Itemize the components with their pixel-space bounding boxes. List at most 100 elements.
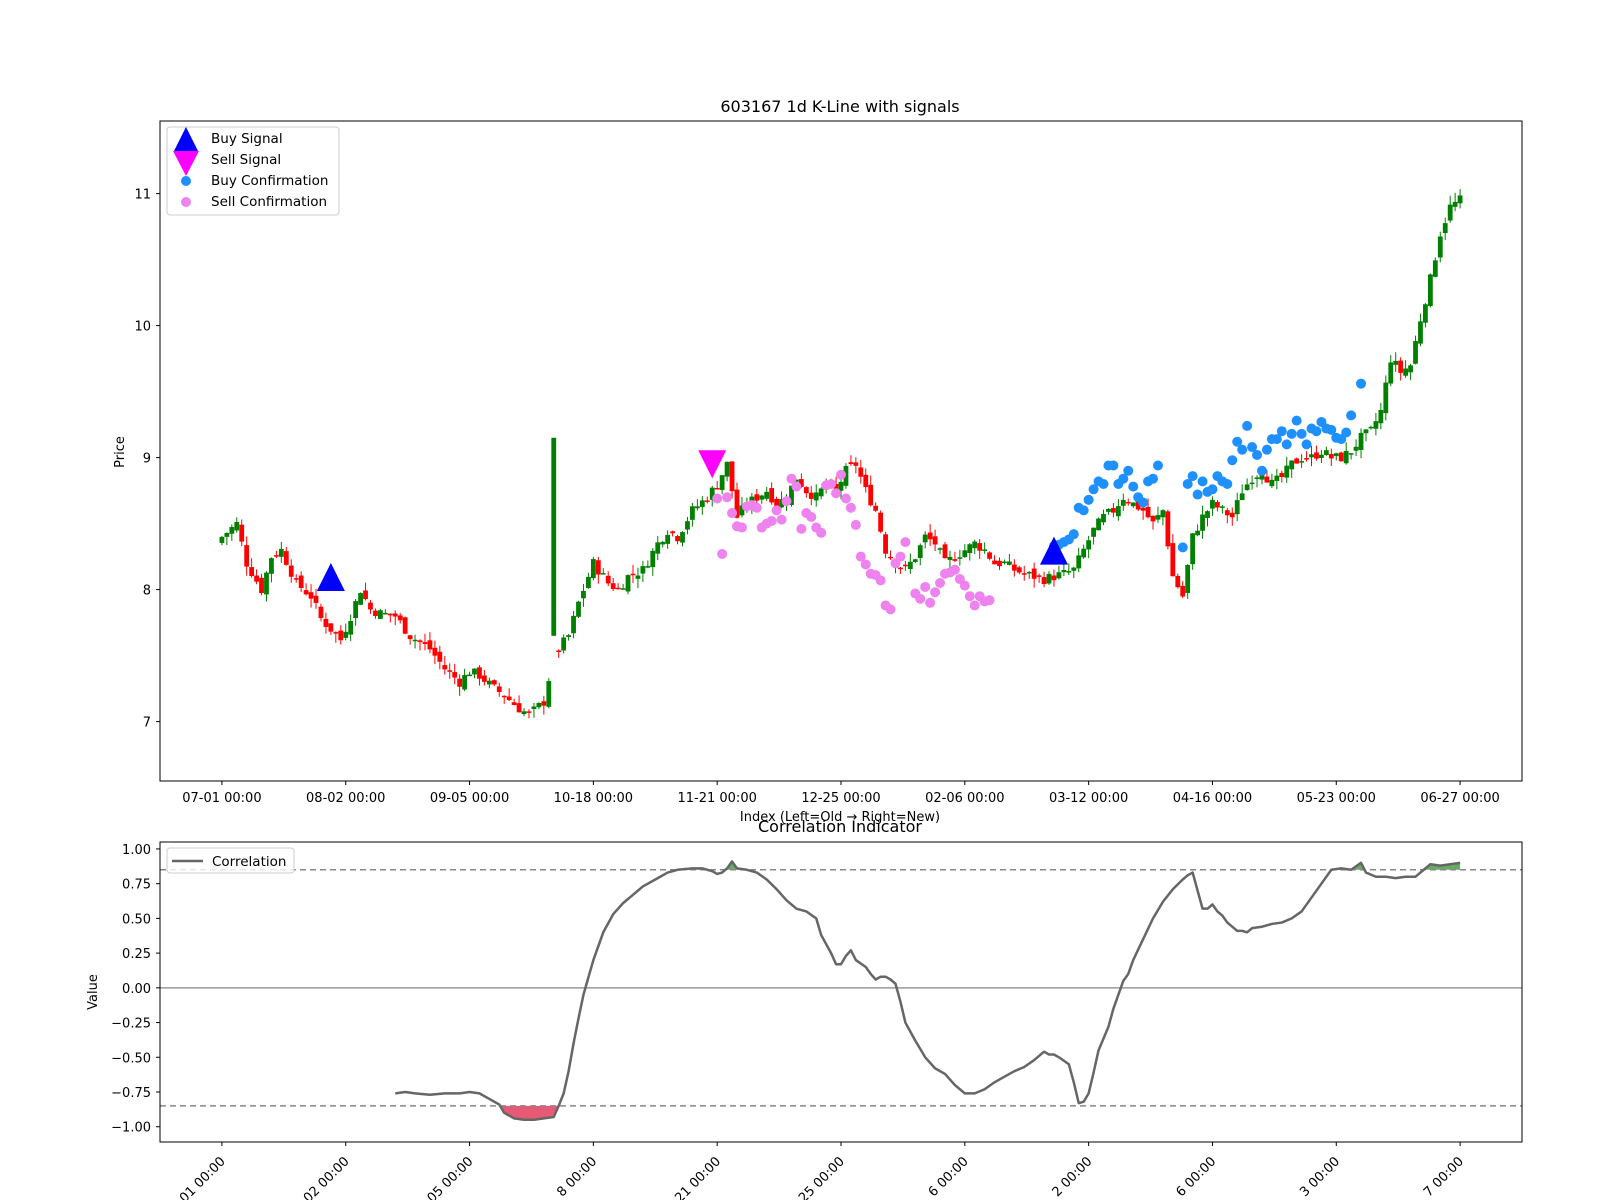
candle (898, 566, 903, 574)
candle (1299, 454, 1305, 468)
sell-confirmation-point (766, 515, 777, 526)
candle (318, 603, 324, 622)
candle (759, 494, 765, 504)
candle (501, 695, 507, 704)
candle (600, 568, 606, 575)
x-tick-label: 8 00:00 (554, 1154, 600, 1200)
candle (249, 558, 255, 578)
candle (496, 682, 502, 697)
candle (288, 559, 294, 583)
sell-signal-marker (698, 450, 727, 479)
candle (883, 531, 888, 559)
sell-confirmation-point (751, 502, 762, 513)
buy-confirmation-point (1242, 420, 1253, 431)
buy-confirmation-point (1286, 428, 1297, 439)
buy-confirmation-point (1152, 460, 1163, 471)
candle (1066, 563, 1072, 576)
sell-confirmation-point (736, 522, 747, 533)
x-tick-label: 02 00:00 (301, 1154, 353, 1200)
candle (625, 574, 631, 595)
threshold-fills (500, 861, 1461, 1120)
candle (397, 612, 403, 624)
sell-confirmation-point (885, 604, 896, 615)
candle (1368, 425, 1374, 430)
candle (1175, 573, 1181, 589)
sell-confirmation-point (796, 523, 807, 534)
candle (853, 457, 859, 474)
y-tick-label: 0.75 (122, 878, 151, 893)
candle (610, 577, 616, 592)
candle (239, 519, 245, 547)
candle (680, 531, 685, 547)
sell-confirmation-point (900, 537, 911, 548)
buy-confirmation-point (1083, 494, 1094, 505)
sell-confirmation-point (845, 502, 856, 513)
candle (937, 547, 943, 555)
candle (1002, 559, 1007, 565)
chart-figure: 603167 1d K-Line with signals 7 8 9 10 11 07… (86, 97, 1523, 1204)
candle (1328, 448, 1334, 466)
candle (719, 475, 725, 495)
candle (472, 668, 477, 679)
candle (1378, 402, 1384, 430)
sell-confirmation-point (771, 505, 782, 516)
sell-confirmation-point (920, 581, 931, 592)
candle (1274, 468, 1280, 490)
legend-correlation: Correlation (212, 854, 286, 870)
candle (368, 600, 373, 614)
candle (1081, 544, 1087, 559)
legend-sell-confirmation-marker (181, 197, 191, 207)
candle (957, 549, 963, 566)
legend-buy-confirmation-marker (181, 176, 191, 186)
sell-confirmation-point (806, 512, 817, 522)
candle (1289, 460, 1295, 478)
candle (769, 482, 775, 505)
candle (1219, 505, 1225, 514)
candle (343, 623, 349, 641)
candle (477, 665, 482, 686)
candle (997, 557, 1002, 570)
sell-confirmation-point (727, 508, 738, 519)
candle (506, 688, 512, 702)
buy-confirmation-point (1177, 542, 1188, 553)
buy-confirmation-point (1123, 465, 1134, 476)
kline-panel: 603167 1d K-Line with signals 7 8 9 10 11 07… (113, 97, 1523, 825)
candle (1413, 335, 1418, 365)
candle (1101, 509, 1106, 526)
candle (1249, 475, 1255, 490)
candle (714, 481, 720, 490)
kline-legend: Buy Signal Sell Signal Buy Confirmation … (166, 126, 340, 216)
candle (1115, 499, 1121, 521)
candle (932, 529, 938, 552)
candle (1239, 484, 1245, 501)
candle (912, 558, 918, 564)
candle (571, 610, 576, 639)
candle (868, 475, 874, 507)
candle (382, 609, 388, 615)
candle (685, 516, 690, 535)
candle (962, 544, 968, 558)
candle (992, 555, 997, 565)
buy-confirmation-point (1291, 415, 1302, 426)
buy-confirmation-point (1296, 428, 1307, 439)
candle (452, 663, 458, 685)
candle (1279, 470, 1285, 483)
candle (566, 634, 571, 641)
y-tick-label: 8 (143, 584, 151, 599)
candle (803, 486, 809, 498)
candle (1021, 565, 1027, 581)
candle (1046, 571, 1052, 585)
candle (348, 614, 354, 642)
candle (1323, 446, 1329, 456)
candle (259, 573, 264, 596)
x-tick-label: 05 00:00 (425, 1154, 477, 1200)
candle (432, 640, 438, 665)
candle (1150, 515, 1156, 530)
candle (1254, 475, 1260, 488)
candle (1155, 506, 1161, 523)
buy-confirmation-point (1148, 473, 1159, 484)
candle (724, 461, 730, 482)
candle (1185, 564, 1191, 599)
candle (491, 679, 497, 686)
candle (590, 556, 596, 581)
